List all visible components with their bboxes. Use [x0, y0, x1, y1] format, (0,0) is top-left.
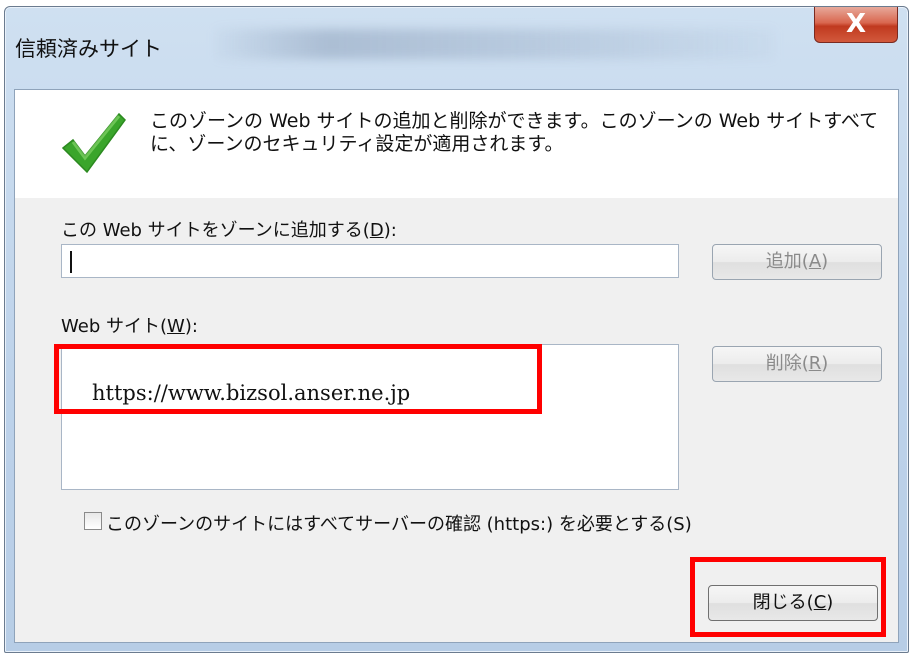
add-site-input[interactable]: [61, 244, 679, 278]
info-message: このゾーンの Web サイトの追加と削除ができます。このゾーンの Web サイト…: [150, 110, 879, 155]
require-https-label[interactable]: このゾーンのサイトにはすべてサーバーの確認 (https:) を必要とする(S): [106, 510, 692, 536]
websites-label: Web サイト(W):: [61, 312, 198, 338]
add-site-label-suffix: ):: [383, 220, 397, 241]
checkmark-icon: [61, 112, 126, 174]
require-https-checkbox[interactable]: [84, 512, 102, 530]
add-button-accesskey: A: [808, 251, 822, 272]
add-site-label-accesskey: D: [369, 220, 384, 241]
remove-button-suffix: ): [821, 353, 829, 374]
add-button-suffix: ): [821, 251, 829, 272]
add-button-label: 追加(: [765, 251, 809, 272]
close-button-highlight-box: [690, 557, 886, 637]
trusted-sites-dialog: 信頼済みサイト X このゾーンの Web サイトの追加と削除ができます。このゾー…: [4, 6, 909, 653]
site-highlight-box: [54, 344, 542, 414]
websites-label-text: Web サイト(: [61, 316, 167, 337]
remove-button[interactable]: 削除(R): [712, 346, 882, 382]
close-window-button[interactable]: X: [814, 7, 898, 43]
remove-button-label: 削除(: [765, 353, 809, 374]
remove-button-accesskey: R: [808, 353, 822, 374]
title-bar-background-blur: [215, 29, 775, 59]
websites-label-suffix: ):: [184, 316, 198, 337]
add-site-label-text: この Web サイトをゾーンに追加する(: [61, 220, 370, 241]
dialog-title: 信頼済みサイト: [15, 37, 162, 61]
add-site-label: この Web サイトをゾーンに追加する(D):: [61, 216, 397, 242]
title-bar: 信頼済みサイト: [5, 7, 908, 89]
add-button[interactable]: 追加(A): [712, 244, 882, 280]
info-panel: このゾーンの Web サイトの追加と削除ができます。このゾーンの Web サイト…: [15, 90, 898, 198]
websites-label-accesskey: W: [167, 316, 185, 337]
text-caret: [70, 251, 72, 273]
close-icon: X: [845, 9, 867, 39]
